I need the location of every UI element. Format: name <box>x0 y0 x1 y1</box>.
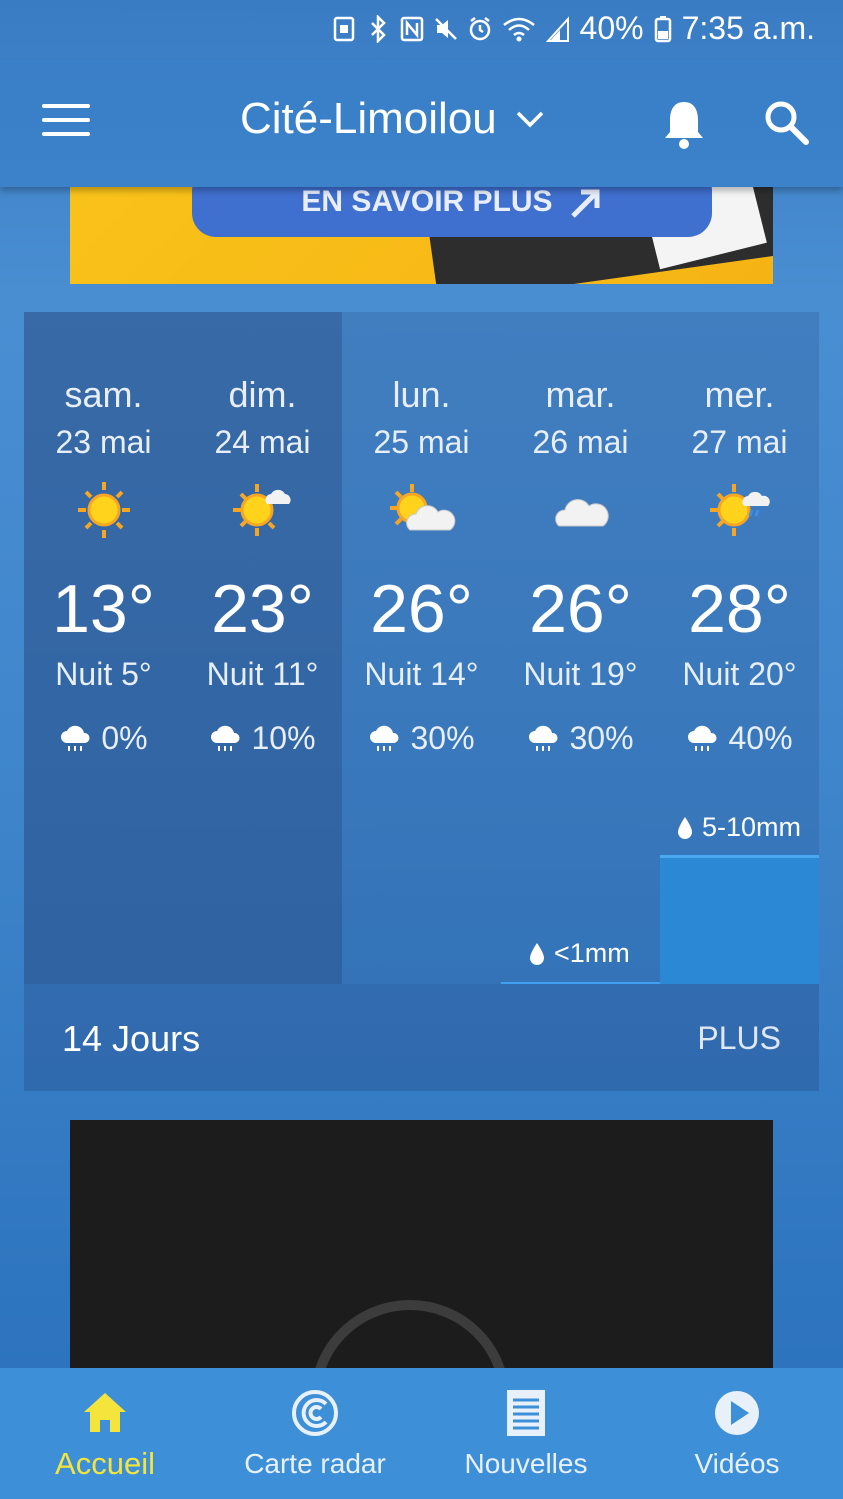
high-temperature: 26° <box>529 571 632 647</box>
news-icon <box>507 1390 545 1436</box>
status-icons: 40% 7:35 a.m. <box>332 10 815 47</box>
precipitation: 0% <box>24 720 183 757</box>
night-temperature: Nuit 11° <box>206 656 319 692</box>
precip-chance: 0% <box>101 720 148 756</box>
ad-cta-button[interactable]: EN SAVOIR PLUS <box>192 187 712 237</box>
mute-icon <box>434 17 457 40</box>
hamburger-icon-line <box>42 104 90 108</box>
forecast-day[interactable]: mar. 26 mai 26° Nuit 19° 30% <box>501 312 660 984</box>
location-name: Cité-Limoilou <box>240 94 497 143</box>
play-icon <box>715 1391 759 1435</box>
sun-cloud-icon <box>233 484 291 536</box>
high-temperature: 13° <box>52 571 155 647</box>
rain-cloud-icon <box>61 725 90 751</box>
day-date: 26 mai <box>532 424 629 460</box>
wifi-icon <box>502 17 535 41</box>
home-icon <box>84 1393 126 1432</box>
more-button[interactable]: PLUS <box>697 1020 781 1057</box>
chevron-down-icon <box>516 111 544 128</box>
forecast-day[interactable]: dim. 24 mai 23° Nuit 11° 10% <box>183 312 342 984</box>
precip-chance: 40% <box>728 720 793 756</box>
forecast-footer[interactable]: 14 Jours PLUS <box>24 984 819 1091</box>
sim-icon <box>333 16 354 41</box>
location-selector[interactable]: Cité-Limoilou <box>240 94 545 144</box>
precip-chance: 10% <box>251 720 316 756</box>
radar-icon <box>292 1390 338 1436</box>
night-temperature: Nuit 5° <box>55 656 152 692</box>
rain-cloud-icon <box>688 725 717 751</box>
precipitation: 40% <box>660 720 819 757</box>
night-temperature: Nuit 20° <box>682 656 797 692</box>
day-date: 23 mai <box>55 424 152 460</box>
hamburger-icon-line <box>42 118 90 122</box>
rain-amount-mar: <1mm <box>528 938 630 969</box>
day-name: dim. <box>228 374 297 415</box>
top-app-bar: Cité-Limoilou <box>0 60 843 187</box>
sun-cloud-rain-icon <box>710 484 770 536</box>
nav-label: Carte radar <box>244 1448 386 1479</box>
fourteen-day-link[interactable]: 14 Jours <box>62 1018 200 1060</box>
rain-amount-label: <1mm <box>554 938 630 968</box>
nfc-icon <box>400 16 423 41</box>
nav-item-accueil[interactable]: Accueil <box>0 1368 210 1499</box>
water-drop-icon <box>530 942 544 965</box>
nav-item-videos[interactable]: Vidéos <box>632 1368 842 1499</box>
search-icon[interactable] <box>762 98 810 146</box>
day-date: 24 mai <box>214 424 311 460</box>
rain-amount-label: 5-10mm <box>702 812 802 842</box>
rain-cloud-icon <box>529 725 558 751</box>
battery-icon <box>654 15 671 42</box>
sun-cloud-icon <box>390 484 456 531</box>
ad-banner[interactable]: EN SAVOIR PLUS <box>70 187 773 284</box>
sun-icon <box>78 482 130 538</box>
night-temperature: Nuit 14° <box>364 656 479 692</box>
bottom-navigation: Accueil Carte radar Nouvelles Vidéos <box>0 1368 843 1499</box>
nav-item-radar[interactable]: Carte radar <box>210 1368 420 1499</box>
night-temperature: Nuit 19° <box>523 656 638 692</box>
status-bar: 40% 7:35 a.m. <box>0 0 843 60</box>
signal-icon <box>545 15 569 42</box>
precip-chance: 30% <box>410 720 475 756</box>
high-temperature: 28° <box>688 571 791 647</box>
forecast-day[interactable]: lun. 25 mai 26° Nuit 14° 30% <box>342 312 501 984</box>
day-name: lun. <box>392 374 451 415</box>
nav-label: Vidéos <box>694 1448 780 1479</box>
clock: 7:35 a.m. <box>681 10 815 46</box>
bluetooth-icon <box>370 14 386 43</box>
precipitation: 10% <box>183 720 342 757</box>
bell-icon[interactable] <box>660 98 708 150</box>
high-temperature: 23° <box>211 571 314 647</box>
day-date: 27 mai <box>691 424 788 460</box>
arrow-icon <box>570 189 600 218</box>
rain-amount-bar-mer <box>660 855 819 984</box>
precipitation: 30% <box>342 720 501 757</box>
day-name: mer. <box>704 374 775 415</box>
rain-amount-mer: 5-10mm <box>676 812 801 843</box>
rain-cloud-icon <box>211 725 240 751</box>
high-temperature: 26° <box>370 571 473 647</box>
day-name: mar. <box>545 374 616 415</box>
alarm-icon <box>469 16 490 40</box>
forecast-day[interactable]: sam. 23 mai 13° Nuit 5° 0% <box>24 312 183 984</box>
nav-item-nouvelles[interactable]: Nouvelles <box>421 1368 631 1499</box>
water-drop-icon <box>678 816 692 839</box>
precipitation: 30% <box>501 720 660 757</box>
rain-cloud-icon <box>370 725 399 751</box>
forecast-card: sam. 23 mai 13° Nuit 5° 0% dim. 24 mai 2… <box>24 312 819 1091</box>
hamburger-icon-line <box>42 132 90 136</box>
ad-cta-label: EN SAVOIR PLUS <box>301 187 553 218</box>
day-name: sam. <box>64 374 143 415</box>
nav-label: Accueil <box>55 1446 155 1481</box>
battery-percent: 40% <box>579 10 644 46</box>
day-date: 25 mai <box>373 424 470 460</box>
video-player[interactable] <box>70 1120 773 1380</box>
menu-button[interactable] <box>42 104 90 144</box>
nav-label: Nouvelles <box>464 1448 588 1479</box>
rain-bar-top <box>660 855 819 858</box>
cloud-icon <box>555 499 609 527</box>
precip-chance: 30% <box>569 720 634 756</box>
